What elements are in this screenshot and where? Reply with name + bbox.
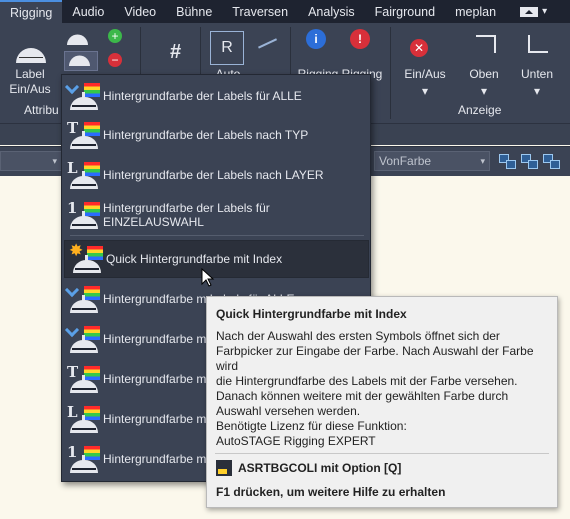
strip-icons (498, 153, 560, 169)
tooltip-license: Benötigte Lizenz für diese Funktion: Aut… (216, 419, 407, 448)
top-alignment-icon (476, 35, 496, 53)
label-type-icon: T (66, 364, 100, 394)
label-all-icon (64, 79, 100, 111)
unten-dropdown-icon[interactable]: ▾ (514, 84, 560, 99)
menu-item-label: Hintergrundfarbe m (103, 452, 207, 466)
label-small-icon-1[interactable] (67, 31, 88, 45)
command-tooltip: Quick Hintergrundfarbe mit Index Nach de… (206, 296, 558, 508)
remove-icon[interactable]: − (108, 53, 122, 67)
command-line-icon (216, 460, 232, 476)
tooltip-command: ASRTBGCOLI mit Option [Q] (216, 460, 401, 476)
measure-icon[interactable] (252, 27, 278, 49)
chevron-down-icon: ▾ (542, 6, 548, 17)
tab-analysis[interactable]: Analysis (298, 0, 365, 23)
label-visibility-icon: ✕ (410, 39, 428, 57)
einaus-button[interactable]: Ein/Aus (400, 67, 450, 82)
tab-traversen[interactable]: Traversen (222, 0, 298, 23)
menu-item-label: Hintergrundfarbe m (103, 412, 207, 426)
tab-buehne[interactable]: Bühne (166, 0, 222, 23)
menu-item-bg-type[interactable]: T Hintergrundfarbe der Labels nach TYP (62, 116, 370, 154)
number-icon[interactable]: # (170, 41, 181, 64)
info-icon: i (306, 29, 326, 49)
match-properties-icon[interactable] (498, 153, 516, 169)
quick-index-icon: ✸ (69, 242, 103, 274)
oben-dropdown-icon[interactable]: ▾ (462, 84, 506, 99)
chevron-down-icon: ▾ (480, 156, 485, 166)
tooltip-title: Quick Hintergrundfarbe mit Index (216, 307, 407, 321)
minimize-ribbon-icon (520, 6, 539, 17)
label-all-icon (64, 282, 100, 314)
menu-item-bg-layer[interactable]: L Hintergrundfarbe der Labels nach LAYER (62, 156, 370, 194)
layer-select[interactable]: ▾ (0, 151, 62, 171)
tooltip-divider (215, 453, 549, 454)
tab-rigging[interactable]: Rigging (0, 0, 63, 23)
tab-audio[interactable]: Audio (62, 0, 114, 23)
menu-item-label: Hintergrundfarbe der Labels für EINZELAU… (103, 201, 270, 229)
label-all-icon (64, 322, 100, 354)
label-toggle-button[interactable]: Label Ein/Aus (4, 67, 56, 97)
tab-meplan[interactable]: meplan (445, 0, 506, 23)
mouse-cursor-icon (201, 268, 215, 287)
anzeige-group-label: Anzeige (458, 103, 502, 117)
menu-item-label: Hintergrundfarbe der Labels nach LAYER (103, 168, 324, 182)
label-toggle-icon (16, 33, 46, 63)
ribbon-display-options-button[interactable]: ▾ (520, 0, 547, 23)
menu-item-label: Hintergrundfarbe der Labels für ALLE (103, 89, 302, 103)
menu-item-label: Hintergrundfarbe m (103, 332, 207, 346)
tooltip-command-text: ASRTBGCOLI mit Option [Q] (238, 461, 402, 475)
menu-item-bg-all[interactable]: Hintergrundfarbe der Labels für ALLE (62, 77, 370, 115)
tab-video[interactable]: Video (114, 0, 166, 23)
attribute-group-label: Attribu (24, 103, 59, 117)
label-single-icon: 1 (66, 444, 100, 474)
menu-item-bg-single[interactable]: 1 Hintergrundfarbe der Labels für EINZEL… (62, 196, 370, 234)
label-layer-icon: L (66, 160, 100, 190)
layer-states-icon[interactable] (542, 153, 560, 169)
menu-bar: Rigging Audio Video Bühne Traversen Anal… (0, 0, 570, 23)
layer-properties-icon[interactable] (520, 153, 538, 169)
tooltip-description: Nach der Auswahl des ersten Symbols öffn… (216, 329, 534, 418)
menu-separator (70, 235, 364, 236)
auto-rigging-icon: R (210, 31, 244, 65)
label-bg-color-icon (69, 52, 90, 66)
color-select-value: VonFarbe (379, 154, 432, 168)
oben-button[interactable]: Oben (462, 67, 506, 82)
menu-item-label: Hintergrundfarbe m (103, 372, 207, 386)
color-select[interactable]: VonFarbe ▾ (374, 151, 490, 171)
alert-icon: ! (350, 29, 370, 49)
tab-fairground[interactable]: Fairground (365, 0, 445, 23)
menu-item-label: Hintergrundfarbe der Labels nach TYP (103, 128, 309, 142)
label-single-icon: 1 (66, 200, 100, 230)
bottom-alignment-icon (528, 35, 548, 53)
einaus-dropdown-icon[interactable]: ▾ (400, 84, 450, 99)
add-icon[interactable]: + (108, 29, 122, 43)
label-layer-icon: L (66, 404, 100, 434)
unten-button[interactable]: Unten (514, 67, 560, 82)
label-type-icon: T (66, 120, 100, 150)
chevron-down-icon: ▾ (52, 156, 57, 166)
tooltip-help-hint: F1 drücken, um weitere Hilfe zu erhalten (216, 485, 446, 499)
menu-item-label: Quick Hintergrundfarbe mit Index (106, 252, 283, 266)
menu-item-quick-index[interactable]: ✸ Quick Hintergrundfarbe mit Index (64, 240, 369, 278)
